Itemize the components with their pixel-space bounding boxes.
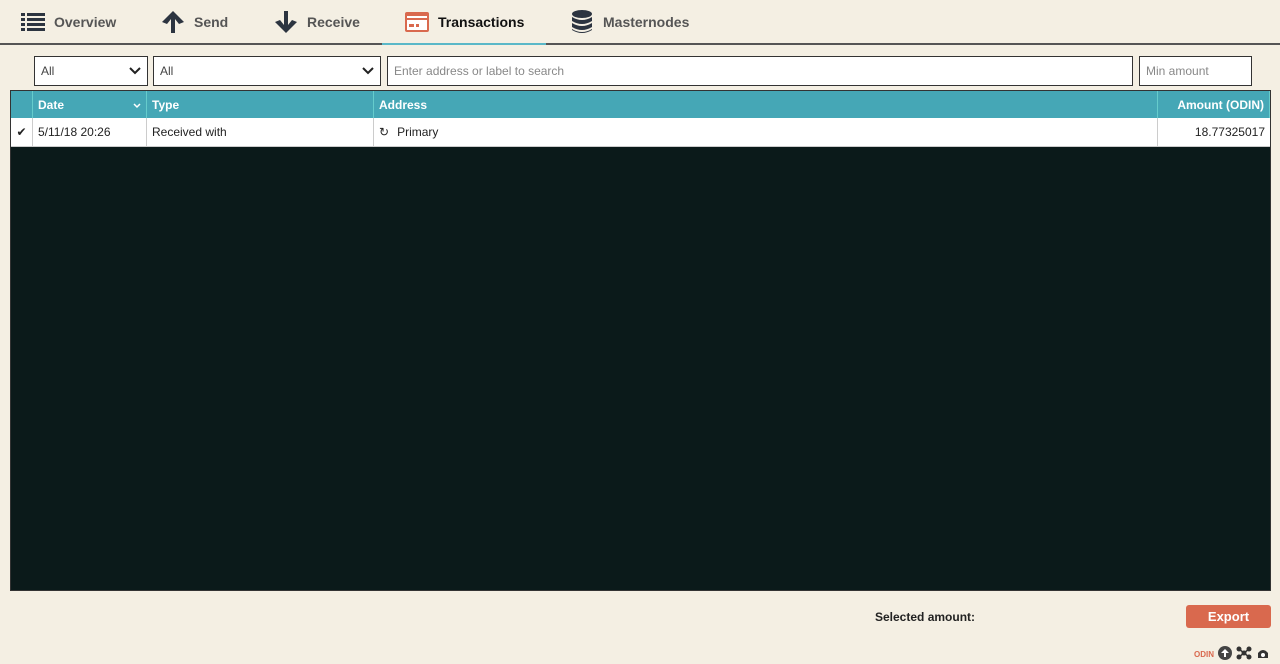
- network-icon: [1236, 646, 1252, 662]
- tab-label: Overview: [54, 13, 117, 30]
- sync-up-icon: [1218, 646, 1232, 662]
- tab-masternodes[interactable]: Masternodes: [569, 0, 689, 43]
- tab-send[interactable]: Send: [160, 0, 228, 43]
- status-column-header[interactable]: [11, 91, 33, 118]
- staking-icon: [1256, 647, 1270, 661]
- amount-cell: 18.77325017: [1194, 125, 1265, 139]
- export-button[interactable]: Export: [1186, 605, 1271, 628]
- tab-label: Masternodes: [603, 13, 690, 30]
- table-row[interactable]: ✔ 5/11/18 20:26 Received with ↻ Primary 1…: [11, 118, 1270, 147]
- min-amount-input[interactable]: Min amount: [1139, 56, 1252, 86]
- address-cell: ↻ Primary: [374, 118, 1158, 146]
- table-header: Date Type Address Amount (ODIN): [11, 91, 1270, 118]
- nav-bar: Overview Send Receive Transactions Maste…: [0, 0, 1280, 45]
- database-icon: [569, 9, 595, 35]
- search-placeholder: Enter address or label to search: [394, 64, 565, 78]
- search-input[interactable]: Enter address or label to search: [387, 56, 1133, 86]
- selected-amount-label: Selected amount:: [875, 610, 976, 624]
- sort-chevron-icon: [133, 98, 141, 112]
- type-filter-select[interactable]: All: [153, 56, 381, 86]
- tab-label: Receive: [307, 13, 360, 30]
- date-column-header[interactable]: Date: [33, 91, 147, 118]
- chevron-down-icon: [362, 64, 374, 78]
- tab-label: Send: [194, 13, 229, 30]
- date-filter-select[interactable]: All: [34, 56, 148, 86]
- min-amount-placeholder: Min amount: [1146, 64, 1209, 78]
- received-icon: ↻: [379, 125, 390, 139]
- chevron-down-icon: [129, 64, 141, 78]
- status-bar: ODIN: [1194, 646, 1270, 662]
- tab-label: Transactions: [438, 13, 525, 30]
- address-label: Primary: [397, 125, 439, 139]
- arrow-up-icon: [160, 9, 186, 35]
- odin-logo: ODIN: [1194, 649, 1214, 659]
- confirmed-check-icon: ✔: [11, 118, 33, 146]
- header-label: Date: [38, 97, 65, 112]
- list-icon: [20, 9, 46, 35]
- transactions-table: Date Type Address Amount (ODIN) ✔ 5/11/1…: [10, 90, 1271, 591]
- date-cell: 5/11/18 20:26: [33, 118, 147, 146]
- card-icon: [404, 9, 430, 35]
- type-filter-value: All: [160, 64, 174, 78]
- amount-column-header[interactable]: Amount (ODIN): [1158, 91, 1270, 118]
- tab-overview[interactable]: Overview: [20, 0, 116, 43]
- address-column-header[interactable]: Address: [374, 91, 1158, 118]
- type-column-header[interactable]: Type: [147, 91, 374, 118]
- arrow-down-icon: [273, 9, 299, 35]
- tab-receive[interactable]: Receive: [273, 0, 360, 43]
- tab-transactions[interactable]: Transactions: [381, 0, 547, 45]
- type-cell: Received with: [147, 118, 374, 146]
- date-filter-value: All: [41, 64, 55, 78]
